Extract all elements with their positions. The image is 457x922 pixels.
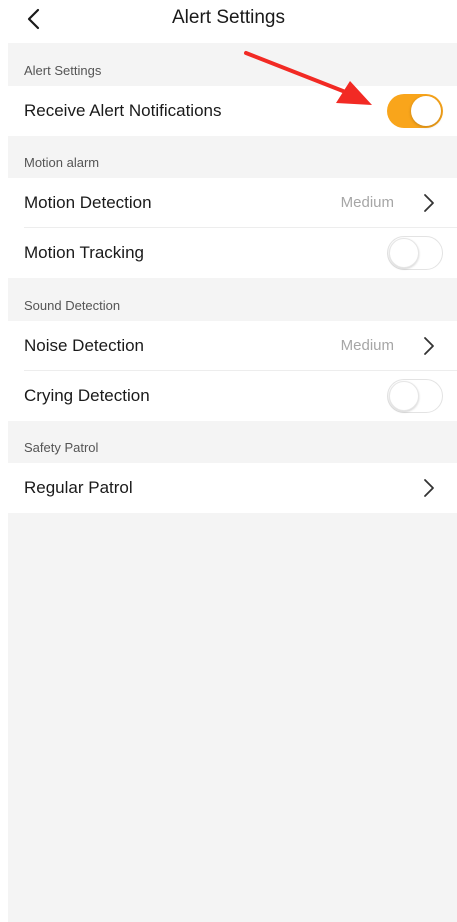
receive-alert-notifications-toggle[interactable]	[387, 94, 443, 128]
chevron-right-icon	[424, 337, 434, 355]
chevron-right-icon	[424, 194, 434, 212]
motion-tracking-toggle[interactable]	[387, 236, 443, 270]
row-label: Motion Tracking	[24, 243, 144, 262]
row-regular-patrol[interactable]: Regular Patrol	[8, 463, 457, 513]
row-noise-detection[interactable]: Noise Detection Medium	[8, 321, 457, 371]
toggle-knob	[411, 96, 441, 126]
row-label: Motion Detection	[24, 193, 152, 212]
chevron-right-icon	[424, 479, 434, 497]
row-label: Regular Patrol	[24, 478, 133, 497]
section-header-safety: Safety Patrol	[24, 440, 99, 455]
section-header-alert: Alert Settings	[24, 63, 102, 78]
row-motion-tracking: Motion Tracking	[8, 228, 457, 278]
row-label: Crying Detection	[24, 386, 150, 405]
row-label: Receive Alert Notifications	[24, 101, 222, 120]
alert-settings-screen: Alert Settings Alert Settings Receive Al…	[0, 0, 457, 922]
page-title: Alert Settings	[172, 7, 285, 28]
section-header-motion: Motion alarm	[24, 155, 100, 170]
row-motion-detection[interactable]: Motion Detection Medium	[8, 178, 457, 228]
navigation-bar: Alert Settings	[0, 0, 457, 43]
row-value: Medium	[340, 337, 394, 354]
row-value: Medium	[340, 194, 394, 211]
row-receive-alert-notifications: Receive Alert Notifications	[8, 86, 457, 136]
toggle-knob	[389, 238, 419, 268]
settings-list: Alert Settings Receive Alert Notificatio…	[8, 43, 457, 922]
section-header-sound: Sound Detection	[24, 298, 121, 313]
toggle-knob	[389, 381, 419, 411]
row-crying-detection: Crying Detection	[8, 371, 457, 421]
row-label: Noise Detection	[24, 336, 145, 355]
crying-detection-toggle[interactable]	[387, 379, 443, 413]
